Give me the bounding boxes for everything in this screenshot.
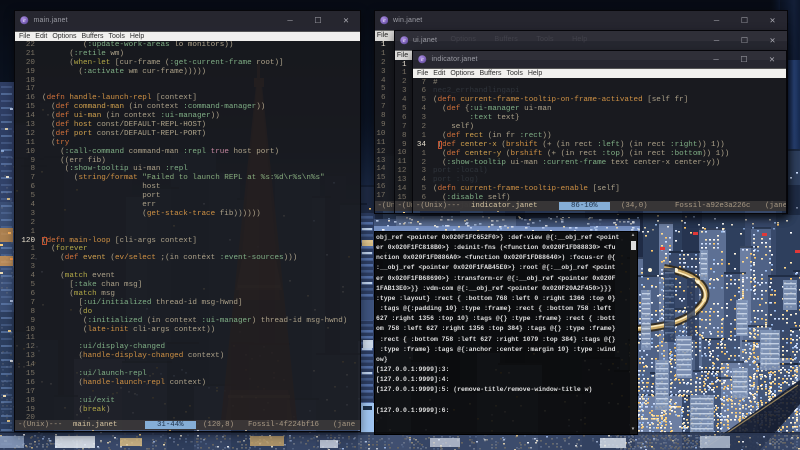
svg-text:e: e	[402, 38, 405, 44]
svg-text:e: e	[382, 18, 385, 24]
svg-text:e: e	[421, 57, 424, 63]
svg-text:e: e	[23, 18, 26, 24]
